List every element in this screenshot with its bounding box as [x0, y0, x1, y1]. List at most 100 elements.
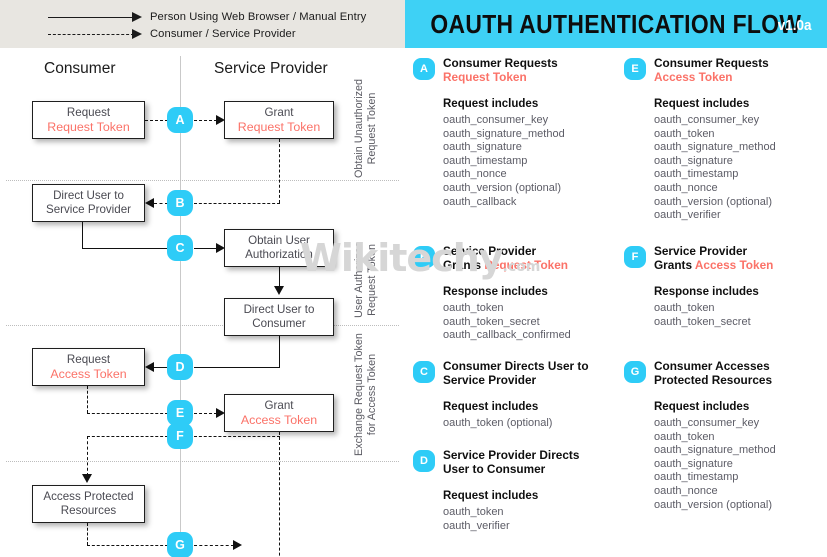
- reference-heading-c: Consumer Directs User to Service Provide…: [443, 359, 615, 387]
- phase-label-user-authorizes: User Authorizes Request Token: [353, 242, 379, 318]
- param-item: oauth_consumer_key: [654, 114, 760, 126]
- step-badge-d: D: [167, 354, 193, 380]
- box-direct-user-to-service-provider: Direct User to Service Provider: [32, 184, 145, 222]
- reference-badge-e: E: [624, 58, 646, 80]
- dashed-arrow-line-icon: [48, 34, 134, 35]
- param-item: oauth_signature_method: [443, 127, 565, 140]
- connector-d-horizontal-right: [194, 367, 280, 368]
- box-line-1: Direct User to: [53, 188, 124, 202]
- param-item: oauth_version (optional): [654, 195, 773, 208]
- phase-label-line-2: Request Token: [366, 92, 378, 165]
- reference-badge-g: G: [624, 361, 646, 383]
- box-line-2: Request Token: [47, 120, 130, 134]
- param-item: oauth_token_secret: [443, 315, 540, 328]
- reference-subheading-d: Request includes: [443, 490, 539, 502]
- box-line-1: Grant: [264, 398, 294, 412]
- connector-d-arrowhead: [145, 362, 154, 372]
- param-item: oauth_timestamp: [654, 168, 739, 181]
- param-item: oauth_version (optional): [654, 498, 773, 511]
- box-access-protected-resources: Access Protected Resources: [32, 485, 145, 523]
- reference-params-e: oauth_consumer_key oauth_token oauth_sig…: [654, 114, 827, 223]
- connector-g-arrowhead: [233, 540, 242, 550]
- connector-e-horizontal-right: [194, 413, 217, 414]
- connector-d-horizontal-left: [154, 367, 168, 368]
- box-request-access-token: Request Access Token: [32, 348, 145, 386]
- reference-badge-d: D: [413, 450, 435, 472]
- legend-bar: Person Using Web Browser / Manual Entry …: [0, 0, 405, 48]
- param-item: oauth_nonce: [654, 484, 718, 497]
- box-line-1: Request: [66, 105, 111, 119]
- connector-auth-to-direct: [279, 267, 280, 288]
- box-line-1: Request: [66, 352, 111, 366]
- reference-heading-a: Consumer Requests Request Token: [443, 56, 615, 84]
- param-item: oauth_verifier: [443, 519, 510, 532]
- heading-token: Request Token: [443, 70, 527, 84]
- column-header-consumer: Consumer: [44, 60, 116, 77]
- reference-subheading-a: Request includes: [443, 98, 539, 110]
- reference-heading-g: Consumer Accesses Protected Resources: [654, 359, 826, 387]
- phase-separator-1: [6, 180, 399, 181]
- connector-f-vertical-right: [279, 432, 280, 557]
- connector-c-vertical: [82, 222, 83, 248]
- param-item: oauth_token: [654, 430, 715, 443]
- param-item: oauth_consumer_key: [654, 417, 760, 429]
- param-item: oauth_signature: [654, 154, 733, 167]
- box-line-2: Access Token: [50, 367, 127, 381]
- box-line-2: Authorization: [245, 248, 313, 261]
- reference-heading-b: Service Provider Grants Request Token: [443, 244, 615, 272]
- connector-b-horizontal-right: [194, 203, 280, 204]
- param-item: oauth_verifier: [654, 209, 721, 222]
- reference-badge-a: A: [413, 58, 435, 80]
- param-item: oauth_signature_method: [654, 141, 776, 154]
- param-item: oauth_token: [654, 302, 715, 314]
- connector-c-horizontal-left: [82, 248, 168, 249]
- box-direct-user-to-consumer: Direct User to Consumer: [224, 298, 334, 336]
- connector-e-vertical: [87, 386, 88, 413]
- connector-f-arrowhead: [82, 474, 92, 483]
- heading-token: Access Token: [654, 70, 733, 84]
- column-header-service-provider: Service Provider: [214, 60, 328, 77]
- phase-label-line-2: Request Token: [366, 243, 378, 316]
- heading-token: Access Token: [694, 258, 774, 272]
- connector-f-vertical-left: [87, 436, 88, 476]
- connector-b-vertical: [279, 139, 280, 203]
- connector-e-horizontal-left: [87, 413, 168, 414]
- dashed-arrow-head-icon: [132, 28, 142, 39]
- param-item: oauth_nonce: [443, 168, 507, 181]
- connector-f-horizontal-right: [194, 436, 280, 437]
- reference-column-left: A Consumer Requests Request Token Reques…: [405, 48, 616, 557]
- connector-d-vertical: [279, 336, 280, 367]
- version-badge: v1.0a: [778, 17, 812, 34]
- reference-badge-c: C: [413, 361, 435, 383]
- reference-heading-f: Service Provider Grants Access Token: [654, 244, 826, 272]
- param-item: oauth_signature: [443, 141, 522, 154]
- box-grant-access-token: Grant Access Token: [224, 394, 334, 432]
- param-item: oauth_nonce: [654, 181, 718, 194]
- connector-c-horizontal-right: [194, 248, 217, 249]
- step-badge-f: F: [167, 423, 193, 449]
- param-item: oauth_signature: [654, 457, 733, 470]
- box-line-1: Direct User to: [243, 302, 315, 316]
- param-item: oauth_timestamp: [654, 471, 739, 484]
- box-line-2: Resources: [60, 504, 117, 517]
- step-badge-a: A: [167, 107, 193, 133]
- phase-label-line-1: Obtain Unauthorized: [353, 78, 365, 178]
- connector-auth-to-direct-arrowhead: [274, 286, 284, 295]
- heading-prefix: Grants: [443, 258, 485, 272]
- reference-params-f: oauth_token oauth_token_secret: [654, 302, 827, 329]
- reference-panel: A Consumer Requests Request Token Reques…: [405, 48, 827, 557]
- solid-arrow-head-icon: [132, 11, 142, 22]
- connector-g-horizontal-left: [87, 545, 168, 546]
- param-item: oauth_timestamp: [443, 154, 528, 167]
- connector-a-right: [194, 120, 217, 121]
- oauth-flow-infographic: Person Using Web Browser / Manual Entry …: [0, 0, 827, 557]
- legend-row-solid: Person Using Web Browser / Manual Entry: [0, 9, 405, 26]
- heading-plain: Consumer Accesses: [654, 359, 770, 373]
- heading-plain-2: Service Provider: [443, 373, 537, 387]
- reference-badge-f: F: [624, 246, 646, 268]
- heading-plain: Consumer Requests: [443, 56, 558, 70]
- phase-separator-2: [6, 325, 399, 326]
- box-line-2: Access Token: [240, 413, 318, 427]
- box-line-2: Request Token: [237, 120, 321, 134]
- phase-label-obtain-unauthorized: Obtain Unauthorized Request Token: [353, 79, 379, 178]
